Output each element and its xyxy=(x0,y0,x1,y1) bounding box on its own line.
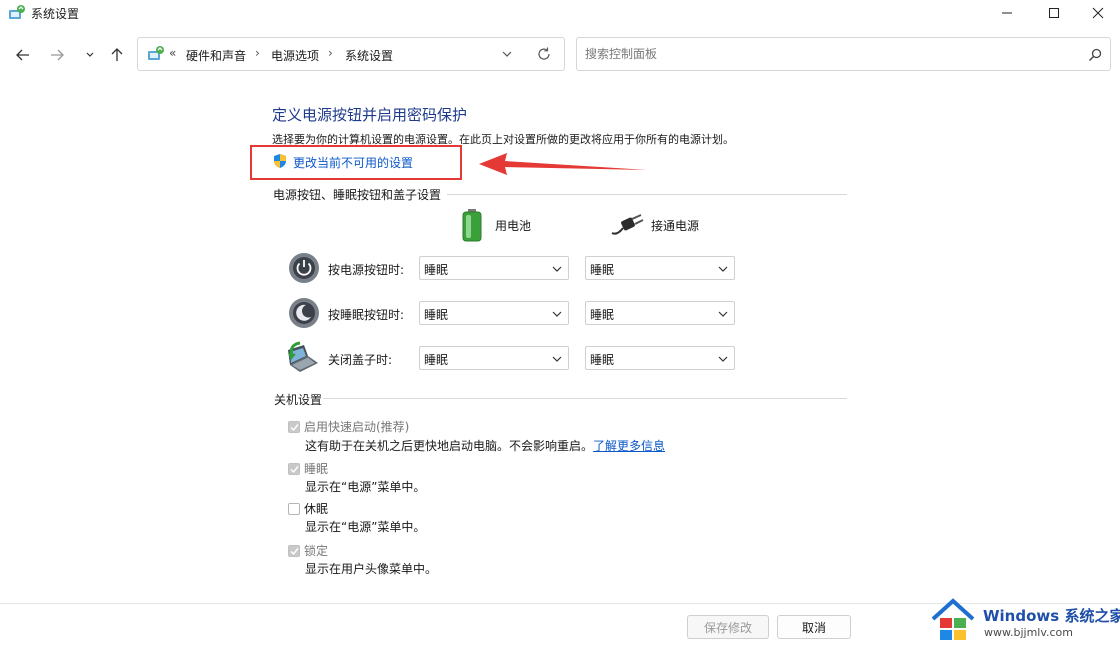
back-button[interactable] xyxy=(12,44,34,66)
power-button-battery-select[interactable]: 睡眠 xyxy=(419,256,569,280)
maximize-button[interactable] xyxy=(1031,0,1077,26)
control-panel-icon xyxy=(9,5,25,19)
checkmark-icon xyxy=(290,548,299,556)
breadcrumb-hardware-sound[interactable]: 硬件和声音 xyxy=(186,47,246,64)
search-box[interactable] xyxy=(576,37,1111,71)
change-unavailable-settings-link[interactable]: 更改当前不可用的设置 xyxy=(293,154,413,171)
chevron-down-icon xyxy=(718,356,728,362)
minimize-icon xyxy=(1002,12,1012,14)
page-title: 定义电源按钮并启用密码保护 xyxy=(272,106,468,124)
lock-option-label: 锁定 xyxy=(304,544,329,558)
fast-startup-description-text: 这有助于在关机之后更快地启动电脑。不会影响重启。 xyxy=(305,439,594,453)
battery-icon xyxy=(462,209,482,242)
sleep-button-icon xyxy=(289,298,319,328)
minimize-button[interactable] xyxy=(984,0,1030,26)
lid-close-plugged-select[interactable]: 睡眠 xyxy=(585,346,735,370)
hibernate-checkbox[interactable] xyxy=(288,503,300,515)
laptop-lid-icon xyxy=(288,341,318,372)
power-button-icon xyxy=(289,253,319,283)
select-value: 睡眠 xyxy=(424,263,449,277)
chevron-down-icon xyxy=(718,311,728,317)
breadcrumb-separator[interactable]: › xyxy=(255,46,260,60)
breadcrumb-system-settings[interactable]: 系统设置 xyxy=(345,47,393,64)
hibernate-option-description: 显示在“电源”菜单中。 xyxy=(305,520,426,534)
house-windows-logo-icon xyxy=(931,598,975,640)
sleep-option-description: 显示在“电源”菜单中。 xyxy=(305,480,426,494)
search-icon[interactable] xyxy=(1087,47,1103,63)
arrow-left-icon xyxy=(16,49,29,61)
watermark-brand-suffix: 系统之家 xyxy=(1064,607,1120,625)
power-plug-icon xyxy=(611,214,644,235)
save-changes-button[interactable]: 保存修改 xyxy=(687,615,769,639)
learn-more-link[interactable]: 了解更多信息 xyxy=(593,439,665,453)
select-value: 睡眠 xyxy=(590,263,615,277)
window-title: 系统设置 xyxy=(31,7,80,21)
control-panel-icon xyxy=(148,46,164,60)
select-value: 睡眠 xyxy=(590,353,615,367)
annotation-arrow xyxy=(479,153,647,175)
close-icon xyxy=(1092,7,1104,19)
hibernate-option-label: 休眠 xyxy=(304,502,329,516)
fast-startup-checkbox[interactable] xyxy=(288,421,300,433)
chevron-down-icon xyxy=(718,266,728,272)
section-divider xyxy=(323,398,847,399)
address-bar[interactable]: « 硬件和声音 › 电源选项 › 系统设置 xyxy=(137,37,565,71)
power-button-label: 按电源按钮时: xyxy=(328,263,405,277)
chevron-down-icon[interactable] xyxy=(499,46,515,62)
uac-shield-icon xyxy=(274,154,286,168)
watermark-brand-text: Windows xyxy=(983,607,1060,625)
sleep-checkbox[interactable] xyxy=(288,463,300,475)
sleep-option-label: 睡眠 xyxy=(304,462,329,476)
chevron-down-icon xyxy=(552,266,562,272)
select-value: 睡眠 xyxy=(424,353,449,367)
sleep-button-battery-select[interactable]: 睡眠 xyxy=(419,301,569,325)
checkmark-icon xyxy=(290,466,299,474)
section-divider xyxy=(447,194,847,195)
power-section-title: 电源按钮、睡眠按钮和盖子设置 xyxy=(273,188,442,202)
sleep-button-plugged-select[interactable]: 睡眠 xyxy=(585,301,735,325)
recent-locations-button[interactable] xyxy=(79,44,101,66)
breadcrumb-separator[interactable]: › xyxy=(328,46,333,60)
watermark-url: www.bjjmlv.com xyxy=(984,626,1073,639)
breadcrumb-power-options[interactable]: 电源选项 xyxy=(271,47,319,64)
lock-checkbox[interactable] xyxy=(288,545,300,557)
lock-option-description: 显示在用户头像菜单中。 xyxy=(305,562,438,576)
close-button[interactable] xyxy=(1075,0,1120,26)
chevron-down-icon xyxy=(552,356,562,362)
navigation-bar: « 硬件和声音 › 电源选项 › 系统设置 xyxy=(0,36,1120,74)
column-label-battery: 用电池 xyxy=(495,219,532,233)
arrow-up-icon xyxy=(111,48,123,61)
watermark: Windows 系统之家 www.bjjmlv.com xyxy=(930,597,1120,647)
search-input[interactable] xyxy=(585,45,1065,63)
fast-startup-label: 启用快速启动(推荐) xyxy=(304,420,410,434)
cancel-button[interactable]: 取消 xyxy=(777,615,851,639)
power-button-plugged-select[interactable]: 睡眠 xyxy=(585,256,735,280)
title-bar: 系统设置 xyxy=(0,0,1120,26)
chevron-down-icon xyxy=(552,311,562,317)
watermark-brand: Windows 系统之家 xyxy=(983,605,1120,626)
sleep-button-label: 按睡眠按钮时: xyxy=(328,308,405,322)
shutdown-section-title: 关机设置 xyxy=(274,393,323,407)
breadcrumb-overflow[interactable]: « xyxy=(169,46,176,60)
lid-close-battery-select[interactable]: 睡眠 xyxy=(419,346,569,370)
fast-startup-description: 这有助于在关机之后更快地启动电脑。不会影响重启。了解更多信息 xyxy=(305,437,665,454)
refresh-icon[interactable] xyxy=(536,46,552,62)
maximize-icon xyxy=(1049,8,1059,18)
lid-close-label: 关闭盖子时: xyxy=(328,353,393,367)
select-value: 睡眠 xyxy=(590,308,615,322)
chevron-down-icon xyxy=(86,52,94,57)
forward-button[interactable] xyxy=(46,44,68,66)
up-button[interactable] xyxy=(106,44,128,66)
arrow-right-icon xyxy=(51,49,64,61)
column-label-plugged-in: 接通电源 xyxy=(651,219,700,233)
checkmark-icon xyxy=(290,424,299,432)
select-value: 睡眠 xyxy=(424,308,449,322)
